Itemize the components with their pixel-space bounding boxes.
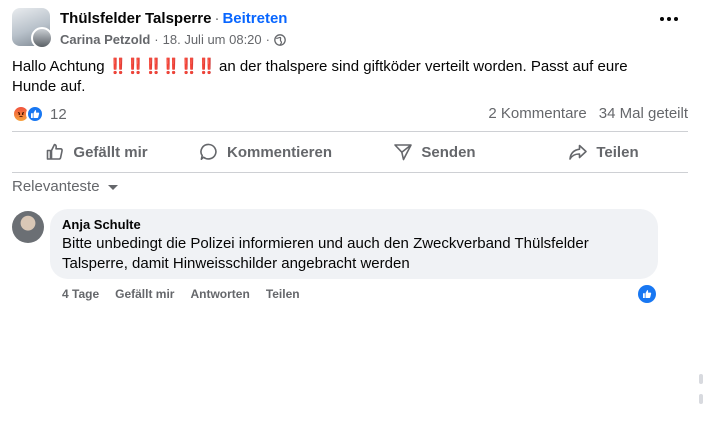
- reaction-count: 12: [50, 105, 67, 123]
- comment-button[interactable]: Kommentieren: [181, 134, 350, 170]
- author-name-link[interactable]: Carina Petzold: [60, 32, 150, 47]
- post-timestamp[interactable]: 18. Juli um 08:20: [163, 32, 262, 47]
- author-avatar[interactable]: [31, 27, 53, 49]
- post-text: Hallo Achtung ‼️‼️‼️‼️‼️‼️ an der thalsp…: [12, 57, 672, 97]
- divider-top: [12, 131, 688, 132]
- scrollbar[interactable]: [698, 360, 704, 420]
- post-meta: Carina Petzold · 18. Juli um 08:20 ·: [60, 32, 286, 47]
- group-name-link[interactable]: Thülsfelder Talsperre: [60, 10, 211, 27]
- thumbs-up-icon: [47, 143, 64, 160]
- globe-icon: [274, 33, 286, 46]
- comment-age[interactable]: 4 Tage: [62, 287, 99, 301]
- comment-button-label: Kommentieren: [226, 143, 333, 161]
- post-text-end: an der thalspere sind giftköder verteilt…: [12, 58, 628, 95]
- comment-icon: [200, 143, 217, 160]
- comment-actions: 4 Tage Gefällt mir Antworten Teilen: [62, 287, 300, 301]
- post-header-title: Thülsfelder Talsperre · Beitreten: [60, 10, 287, 27]
- like-reaction-icon: [26, 105, 44, 123]
- comment-share-button[interactable]: Teilen: [266, 287, 300, 301]
- share-button-label: Teilen: [596, 143, 639, 161]
- header-separator: ·: [214, 10, 220, 27]
- caret-down-icon: [107, 185, 118, 190]
- reactions-summary[interactable]: 12: [12, 104, 67, 124]
- like-button[interactable]: Gefällt mir: [12, 134, 181, 170]
- divider-bottom: [12, 172, 688, 173]
- post-actions-bar: Gefällt mir Kommentieren Senden Teilen: [12, 134, 688, 170]
- like-button-label: Gefällt mir: [73, 143, 148, 161]
- commenter-avatar[interactable]: [12, 211, 44, 243]
- post-text-start: Hallo Achtung: [12, 58, 105, 75]
- share-icon: [569, 144, 588, 160]
- post-stats: 2 Kommentare 34 Mal geteilt: [488, 105, 688, 122]
- post-text-emphasis: ‼️‼️‼️‼️‼️‼️: [108, 58, 216, 75]
- commenter-name-link[interactable]: Anja Schulte: [62, 216, 646, 233]
- send-button-label: Senden: [421, 143, 476, 161]
- shares-count-link[interactable]: 34 Mal geteilt: [599, 105, 688, 122]
- meta-separator: ·: [154, 32, 159, 47]
- comments-count-link[interactable]: 2 Kommentare: [488, 105, 586, 122]
- group-avatar[interactable]: [12, 8, 53, 49]
- share-button[interactable]: Teilen: [519, 134, 688, 170]
- comment-text: Bitte unbedingt die Polizei informieren …: [62, 235, 589, 272]
- more-options-icon[interactable]: [660, 16, 678, 22]
- comment-bubble: Anja Schulte Bitte unbedingt die Polizei…: [50, 209, 658, 279]
- meta-separator-2: ·: [265, 32, 270, 47]
- join-group-button[interactable]: Beitreten: [222, 10, 287, 27]
- comment-like-reaction-icon[interactable]: [638, 285, 656, 303]
- send-icon: [394, 144, 413, 161]
- comment-reply-button[interactable]: Antworten: [190, 287, 249, 301]
- comment-sort-label: Relevanteste: [12, 178, 100, 195]
- send-button[interactable]: Senden: [350, 134, 519, 170]
- comment-sort-dropdown[interactable]: Relevanteste: [12, 178, 118, 195]
- comment-like-button[interactable]: Gefällt mir: [115, 287, 174, 301]
